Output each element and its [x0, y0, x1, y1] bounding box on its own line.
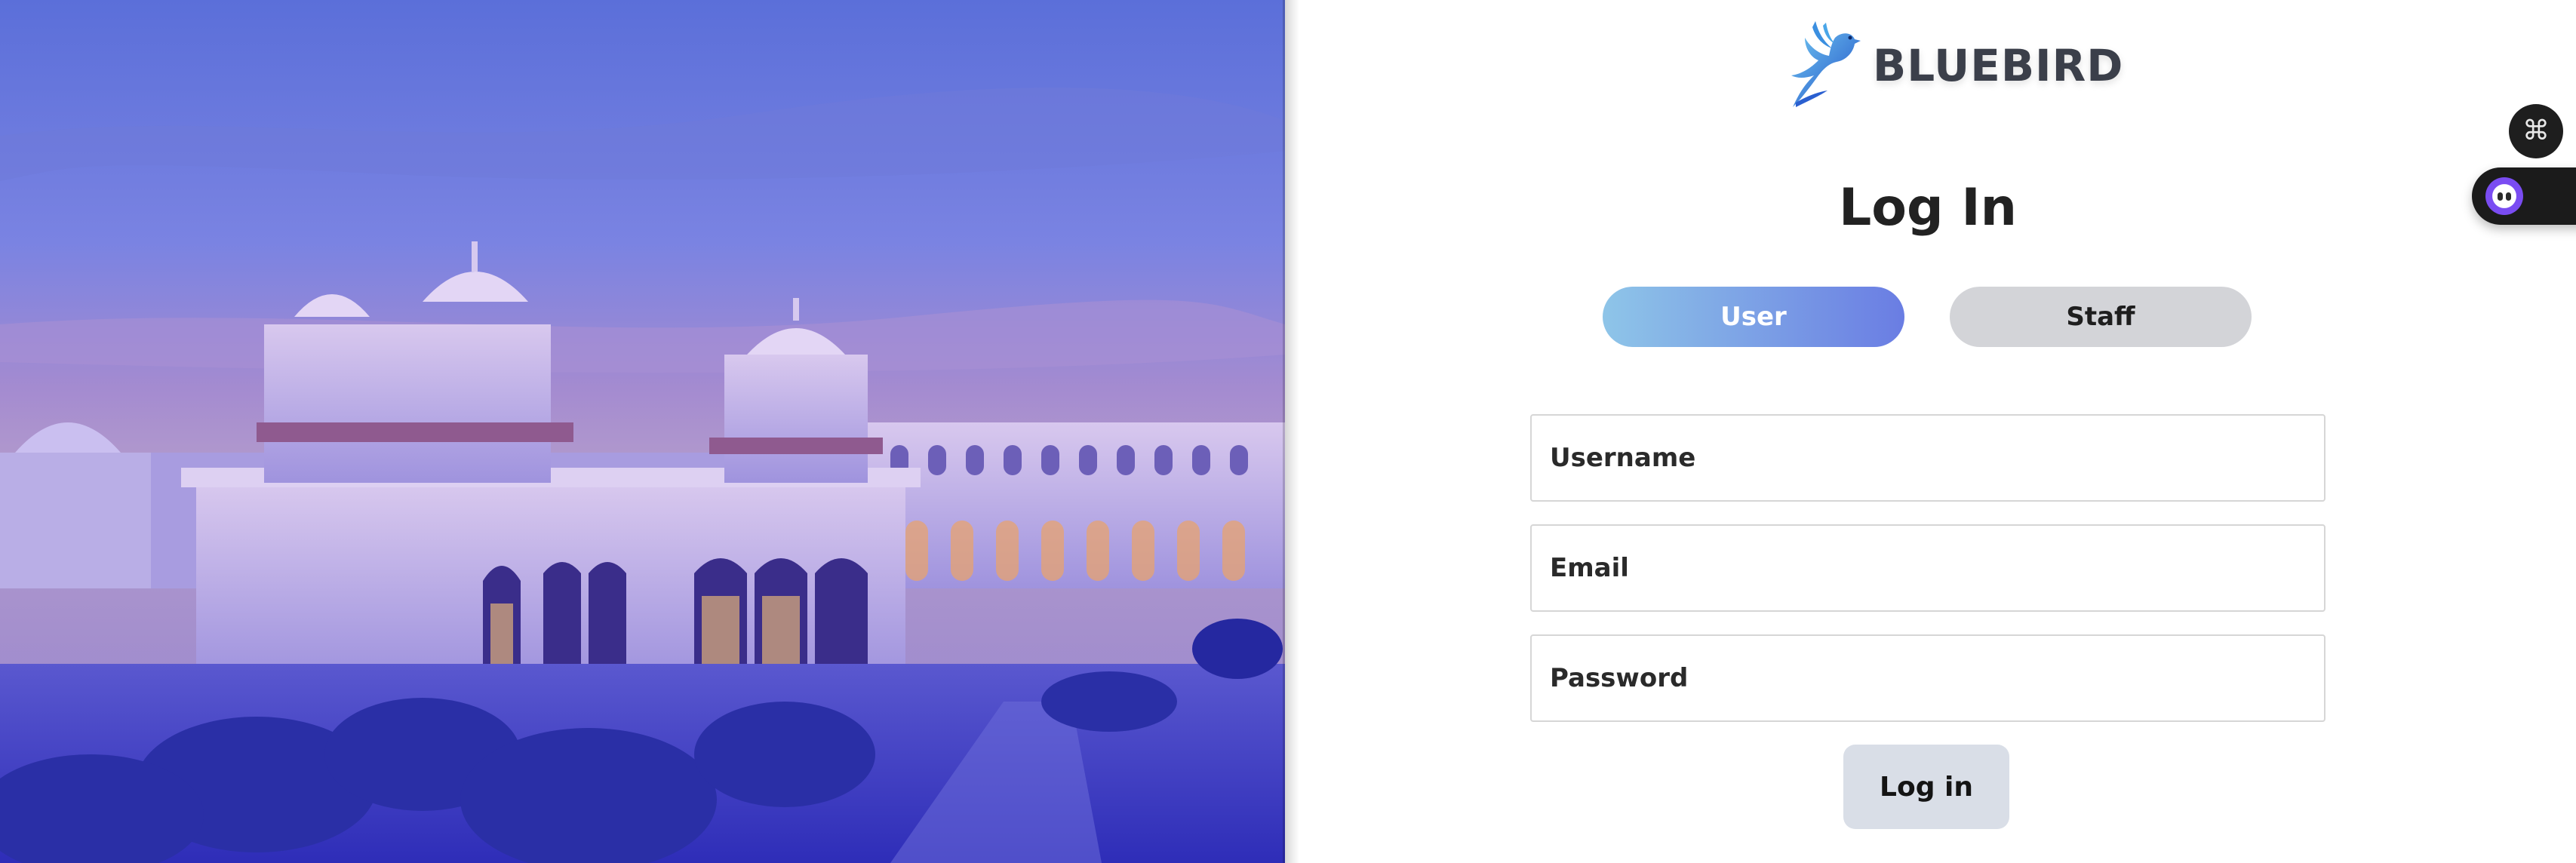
email-field[interactable]	[1530, 524, 2325, 612]
username-field[interactable]	[1530, 414, 2325, 502]
role-toggle: User Staff	[1603, 287, 2252, 347]
assistant-eye-left	[2498, 192, 2503, 201]
hero-image	[0, 0, 1285, 863]
palace-illustration	[0, 0, 1285, 863]
brand-name: BLUEBIRD	[1873, 40, 2124, 91]
assistant-eye-right	[2506, 192, 2511, 201]
command-key-icon[interactable]: ⌘	[2509, 104, 2563, 158]
login-page: BLUEBIRD Log In User Staff Log in ⌘	[0, 0, 2576, 863]
assistant-launcher[interactable]	[2472, 167, 2576, 225]
page-title: Log In	[1838, 178, 2018, 238]
bluebird-logo-icon	[1788, 15, 1864, 117]
tab-user[interactable]: User	[1603, 287, 1904, 347]
command-glyph: ⌘	[2522, 115, 2550, 146]
tab-staff[interactable]: Staff	[1950, 287, 2252, 347]
assistant-bot-icon	[2485, 177, 2523, 215]
login-button[interactable]: Log in	[1843, 745, 2009, 829]
password-field[interactable]	[1530, 634, 2325, 722]
brand-header: BLUEBIRD	[1788, 17, 2123, 115]
panel-divider-shadow	[1283, 0, 1299, 863]
